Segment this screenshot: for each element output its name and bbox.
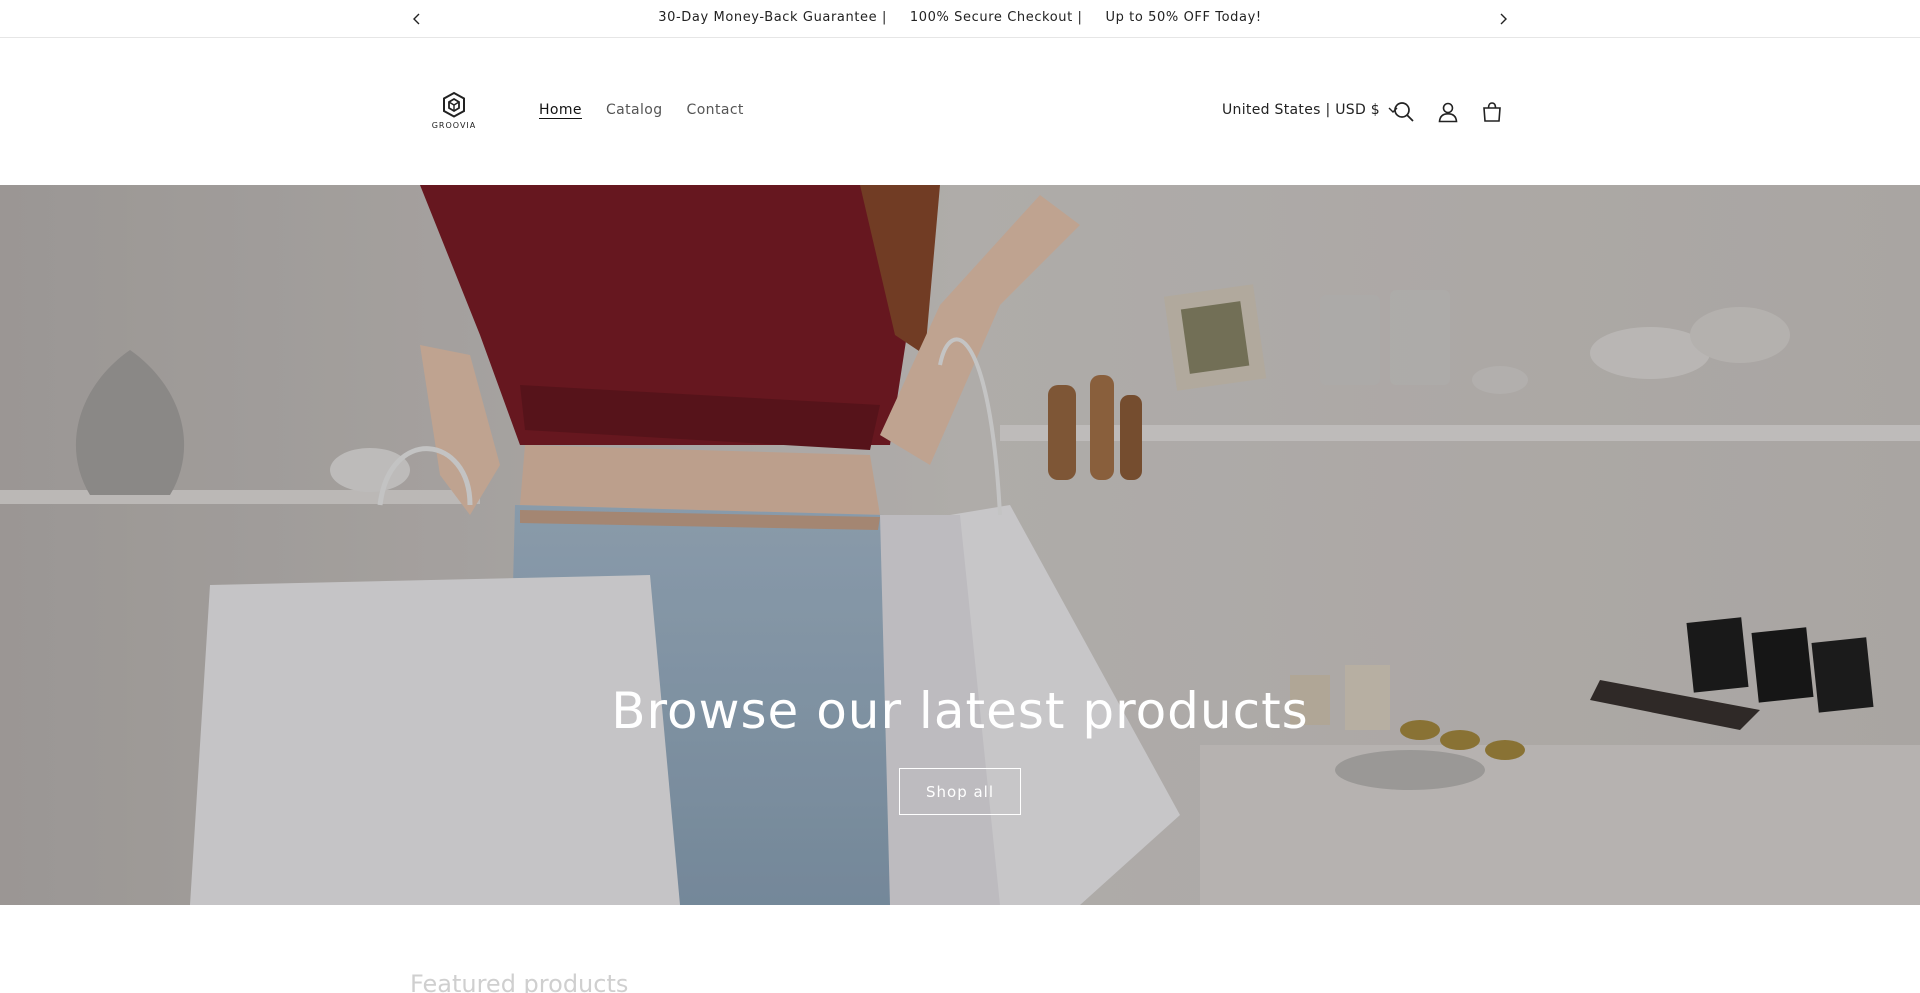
announcement-next-button[interactable] — [1492, 8, 1514, 30]
announcement-message: 100% Secure Checkout | — [909, 10, 1083, 25]
main-nav: Home Catalog Contact — [539, 102, 744, 118]
logo-cube-icon — [443, 91, 465, 118]
account-icon — [1438, 102, 1458, 123]
announcement-bar: 30-Day Money-Back Guarantee | 100% Secur… — [0, 0, 1920, 38]
site-header: GROOVIA Home Catalog Contact United Stat… — [0, 39, 1920, 185]
account-button[interactable] — [1435, 99, 1461, 125]
nav-item-contact[interactable]: Contact — [687, 102, 744, 118]
chevron-right-icon — [1500, 13, 1507, 25]
search-button[interactable] — [1391, 99, 1417, 125]
hero-banner: Browse our latest products Shop all — [0, 185, 1920, 905]
cart-icon — [1483, 102, 1501, 122]
search-icon — [1394, 102, 1414, 122]
nav-item-home[interactable]: Home — [539, 102, 582, 118]
nav-item-catalog[interactable]: Catalog — [606, 102, 663, 118]
shop-all-button[interactable]: Shop all — [899, 768, 1021, 815]
hero-title: Browse our latest products — [611, 682, 1309, 740]
cart-button[interactable] — [1479, 99, 1505, 125]
announcement-text: 30-Day Money-Back Guarantee | 100% Secur… — [0, 10, 1920, 25]
announcement-message: 30-Day Money-Back Guarantee | — [658, 10, 887, 25]
announcement-message: Up to 50% OFF Today! — [1105, 10, 1262, 25]
logo-wordmark: GROOVIA — [431, 121, 477, 130]
featured-section-title: Featured products — [410, 970, 629, 993]
country-currency-label: United States | USD $ — [1222, 102, 1380, 118]
site-logo[interactable]: GROOVIA — [428, 91, 480, 135]
country-currency-selector[interactable]: United States | USD $ — [1222, 102, 1398, 118]
